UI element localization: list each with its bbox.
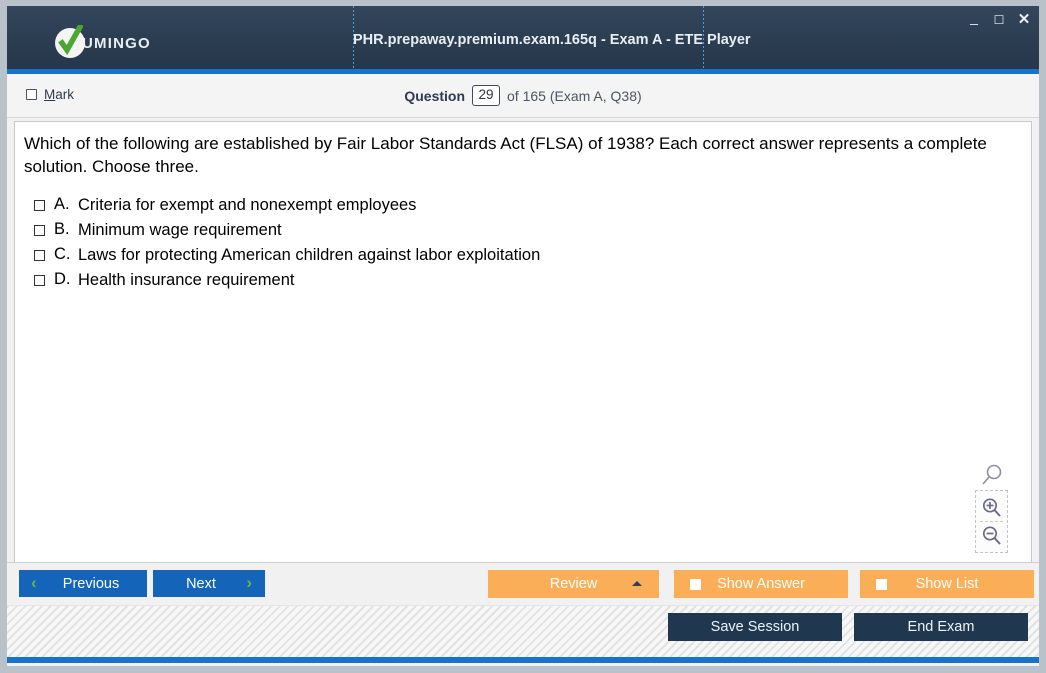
show-list-checkbox[interactable] xyxy=(876,579,887,590)
option-d[interactable]: D. Health insurance requirement xyxy=(15,268,1031,293)
previous-button-label: Previous xyxy=(62,575,120,592)
show-list-label: Show List xyxy=(915,576,979,592)
option-b-text: Minimum wage requirement xyxy=(78,221,282,239)
question-label: Question xyxy=(404,87,466,104)
option-d-text: Health insurance requirement xyxy=(78,271,295,289)
show-answer-button[interactable]: Show Answer xyxy=(674,570,848,598)
question-header-bar: Mark Question 29 of 165 (Exam A, Q38) xyxy=(7,74,1039,118)
show-answer-label: Show Answer xyxy=(717,576,805,592)
check-circle-icon xyxy=(55,25,85,58)
option-c-text: Laws for protecting American children ag… xyxy=(78,246,541,264)
show-answer-checkbox[interactable] xyxy=(690,579,701,590)
option-d-checkbox[interactable] xyxy=(34,275,45,286)
checkmark-glyph xyxy=(58,25,83,56)
option-b-letter: B. xyxy=(54,220,70,238)
option-b[interactable]: B. Minimum wage requirement xyxy=(15,218,1031,243)
review-button-label: Review xyxy=(549,576,598,592)
save-session-button[interactable]: Save Session xyxy=(668,613,842,641)
question-total-text: of 165 (Exam A, Q38) xyxy=(507,87,642,104)
next-button-label: Next xyxy=(186,575,216,592)
footer-bar: Save Session End Exam xyxy=(7,605,1039,663)
content-wrapper: Which of the following are established b… xyxy=(7,118,1039,562)
end-exam-button[interactable]: End Exam xyxy=(854,613,1028,641)
question-number-field[interactable]: 29 xyxy=(472,85,501,106)
option-b-checkbox[interactable] xyxy=(34,225,45,236)
maximize-icon[interactable]: ☐ xyxy=(992,13,1006,27)
option-c-checkbox[interactable] xyxy=(34,250,45,261)
option-a[interactable]: A. Criteria for exempt and nonexempt emp… xyxy=(15,193,1031,218)
previous-button[interactable]: ‹ Previous xyxy=(19,570,147,597)
chevron-right-icon: › xyxy=(246,573,252,592)
zoom-controls xyxy=(975,464,1008,553)
question-counter: Question 29 of 165 (Exam A, Q38) xyxy=(7,85,1039,106)
application-window: UMINGO PHR.prepaway.premium.exam.165q - … xyxy=(7,6,1039,666)
option-a-letter: A. xyxy=(54,195,70,213)
window-controls: _ ☐ ✕ xyxy=(967,10,1031,29)
zoom-in-icon[interactable] xyxy=(976,494,1007,521)
logo-wordmark: UMINGO xyxy=(82,34,151,52)
option-a-text: Criteria for exempt and nonexempt employ… xyxy=(78,196,417,214)
magnifier-icon[interactable] xyxy=(979,464,1005,488)
zoom-in-glyph xyxy=(982,497,1001,517)
answer-options-list: A. Criteria for exempt and nonexempt emp… xyxy=(15,193,1031,293)
next-button[interactable]: Next › xyxy=(153,570,265,597)
zoom-panel xyxy=(975,490,1008,553)
close-icon[interactable]: ✕ xyxy=(1017,12,1031,27)
question-content-panel: Which of the following are established b… xyxy=(14,121,1032,562)
title-bar: UMINGO PHR.prepaway.premium.exam.165q - … xyxy=(7,6,1039,74)
vumingo-logo: UMINGO xyxy=(55,25,151,58)
review-button[interactable]: Review xyxy=(488,570,659,598)
ete-player-window: UMINGO PHR.prepaway.premium.exam.165q - … xyxy=(0,0,1046,673)
magnifier-glyph xyxy=(981,464,1001,485)
zoom-out-icon[interactable] xyxy=(976,522,1007,549)
option-d-letter: D. xyxy=(54,270,71,288)
option-a-checkbox[interactable] xyxy=(34,200,45,211)
show-list-button[interactable]: Show List xyxy=(860,570,1034,598)
window-title: PHR.prepaway.premium.exam.165q - Exam A … xyxy=(353,32,751,48)
zoom-out-glyph xyxy=(982,525,1001,545)
minimize-icon[interactable]: _ xyxy=(967,10,981,29)
chevron-up-icon xyxy=(632,581,642,586)
option-c[interactable]: C. Laws for protecting American children… xyxy=(15,243,1031,268)
question-text: Which of the following are established b… xyxy=(24,134,987,176)
navigation-button-bar: ‹ Previous Next › Review Show Answer Sho… xyxy=(7,562,1039,605)
option-c-letter: C. xyxy=(54,245,71,263)
chevron-left-icon: ‹ xyxy=(31,573,37,592)
